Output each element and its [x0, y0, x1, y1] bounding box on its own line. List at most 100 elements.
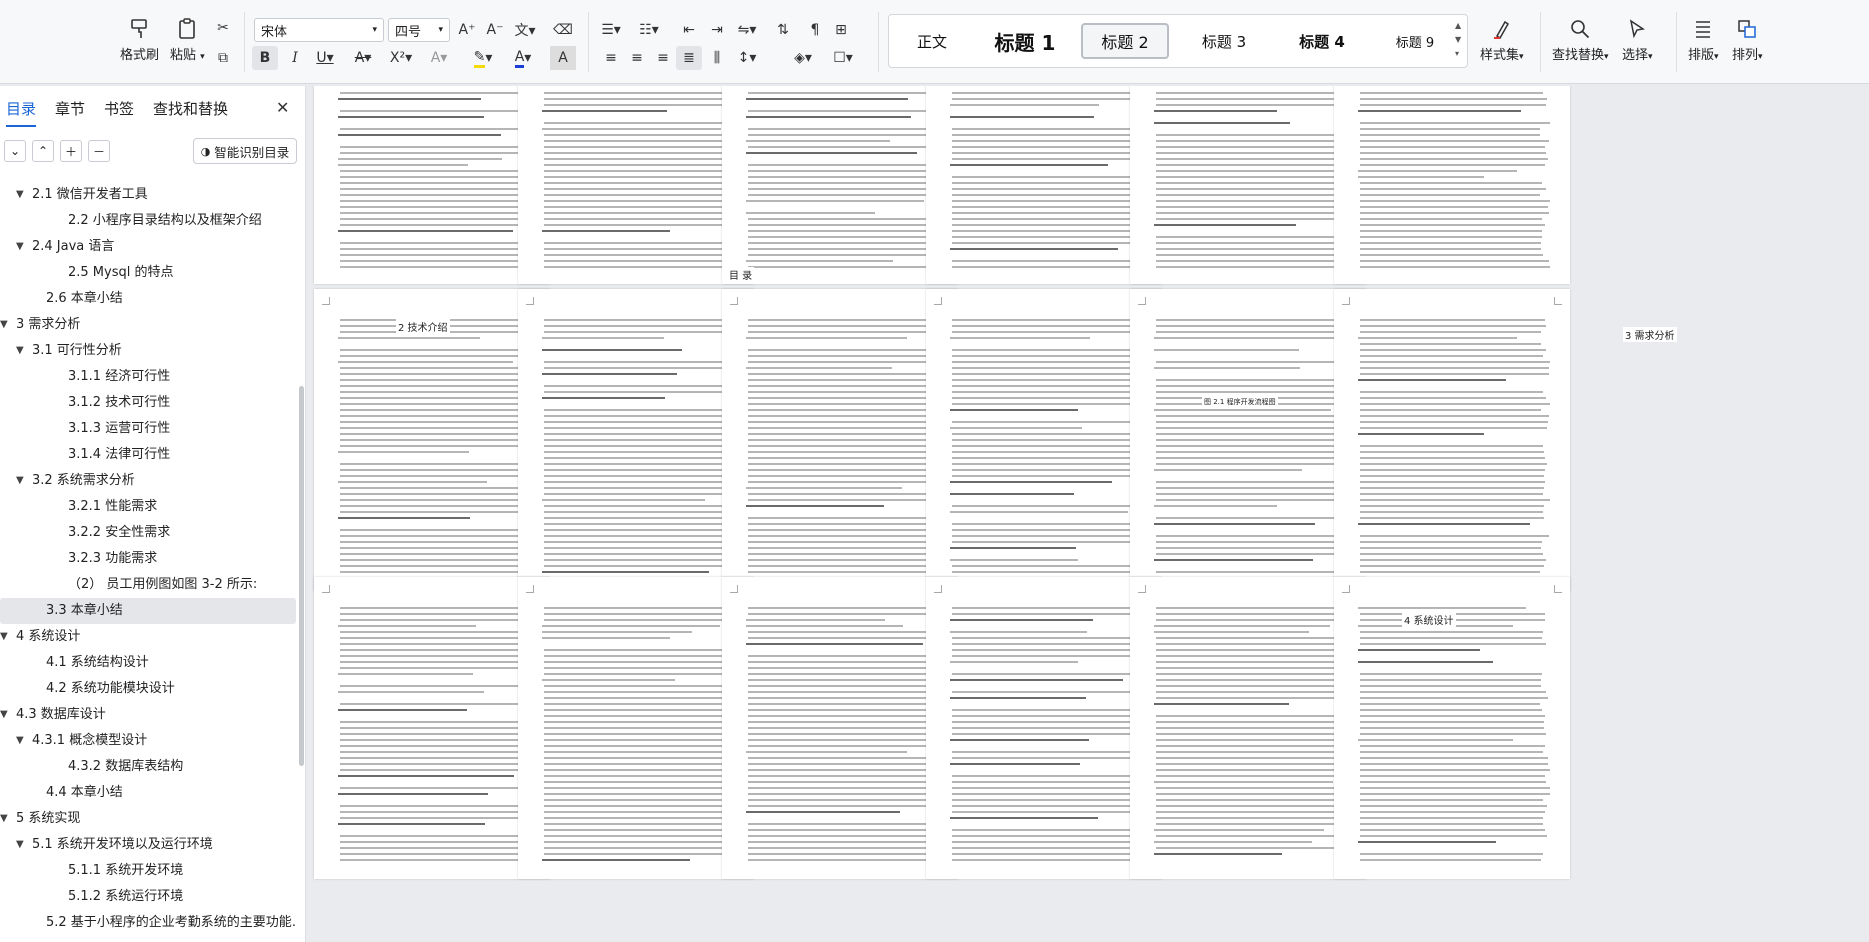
toc-item[interactable]: 4.3.2 数据库表结构 [0, 754, 296, 780]
toc-item[interactable]: 4.2 系统功能模块设计 [0, 676, 296, 702]
table-borders-icon[interactable]: ⊞ [828, 18, 854, 42]
document-page[interactable] [1334, 289, 1570, 591]
expand-arrow-icon[interactable]: ▼ [16, 832, 24, 858]
phonetic-guide-icon[interactable]: 文▾ [512, 18, 538, 42]
toc-item[interactable]: ▼ 3 需求分析 [0, 312, 296, 338]
paste-button[interactable]: 粘贴 ▾ [170, 14, 205, 63]
toc-item[interactable]: 3.1.4 法律可行性 [0, 442, 296, 468]
tab-find-replace[interactable]: 查找和替换 [153, 98, 228, 127]
char-shading-icon[interactable]: A [550, 46, 576, 70]
document-page[interactable] [926, 577, 1162, 879]
toc-item[interactable]: ▼ 3.2 系统需求分析 [0, 468, 296, 494]
toc-item[interactable]: ▼ 3.1 可行性分析 [0, 338, 296, 364]
document-page[interactable] [926, 289, 1162, 591]
style-heading-1[interactable]: 标题 1 [975, 23, 1075, 59]
document-page[interactable] [314, 86, 550, 284]
style-heading-4[interactable]: 标题 4 [1277, 23, 1367, 59]
tab-toc[interactable]: 目录 [6, 98, 37, 127]
document-page[interactable] [314, 289, 550, 591]
document-page[interactable] [722, 86, 958, 284]
expand-arrow-icon[interactable]: ▼ [16, 182, 24, 208]
clear-format-icon[interactable]: ⌫ [550, 18, 576, 42]
nav-scrollbar[interactable] [299, 386, 304, 766]
distribute-icon[interactable]: ⫼ [704, 46, 730, 70]
layout-button[interactable]: 排版▾ [1688, 14, 1719, 63]
toc-item[interactable]: 3.1.3 运营可行性 [0, 416, 296, 442]
toc-item[interactable]: 2.6 本章小结 [0, 286, 296, 312]
close-icon[interactable]: ✕ [276, 98, 289, 117]
font-size-select[interactable]: 四号 ▾ [388, 18, 450, 42]
style-heading-3[interactable]: 标题 3 [1179, 23, 1269, 59]
tab-chapters[interactable]: 章节 [55, 98, 85, 127]
align-right-icon[interactable]: ≡ [650, 46, 676, 70]
sort-icon[interactable]: ⇅ [770, 18, 796, 42]
numbered-list-icon[interactable]: ☷▾ [636, 18, 662, 42]
italic-icon[interactable]: I [282, 46, 308, 70]
document-page[interactable] [1130, 577, 1366, 879]
document-page[interactable] [518, 289, 754, 591]
style-set-button[interactable]: 样式集▾ [1480, 14, 1524, 63]
expand-arrow-icon[interactable]: ▼ [0, 312, 8, 338]
bullet-list-icon[interactable]: ☰▾ [598, 18, 624, 42]
text-direction-icon[interactable]: ⇋▾ [734, 18, 760, 42]
expand-arrow-icon[interactable]: ▼ [16, 728, 24, 754]
document-page[interactable] [926, 86, 1162, 284]
tab-bookmarks[interactable]: 书签 [104, 98, 134, 127]
toc-item[interactable]: 4.4 本章小结 [0, 780, 296, 806]
document-page[interactable] [722, 577, 958, 879]
toc-item[interactable]: 3.1.2 技术可行性 [0, 390, 296, 416]
align-center-icon[interactable]: ≡ [624, 46, 650, 70]
remove-heading-icon[interactable]: － [88, 140, 110, 162]
shrink-font-icon[interactable]: A⁻ [482, 18, 508, 42]
expand-arrow-icon[interactable]: ▼ [16, 338, 24, 364]
bold-icon[interactable]: B [252, 46, 278, 70]
document-page[interactable] [1130, 86, 1366, 284]
grow-font-icon[interactable]: A⁺ [454, 18, 480, 42]
document-page[interactable] [722, 289, 958, 591]
toc-item[interactable]: 3.3 本章小结 [0, 598, 296, 624]
toc-item[interactable]: ▼ 2.1 微信开发者工具 [0, 182, 296, 208]
line-spacing-icon[interactable]: ↕▾ [734, 46, 760, 70]
toc-item[interactable]: 5.1.2 系统运行环境 [0, 884, 296, 910]
toc-item[interactable]: ▼ 4 系统设计 [0, 624, 296, 650]
smart-toc-button[interactable]: ◑ 智能识别目录 [193, 138, 297, 164]
justify-icon[interactable]: ≣ [676, 46, 702, 70]
format-painter-button[interactable]: 格式刷 [120, 14, 159, 63]
show-marks-icon[interactable]: ¶ [802, 18, 828, 42]
document-page[interactable] [1130, 289, 1366, 591]
expand-up-icon[interactable]: ⌃ [32, 140, 54, 162]
toc-item[interactable]: ▼ 2.4 Java 语言 [0, 234, 296, 260]
expand-arrow-icon[interactable]: ▼ [16, 468, 24, 494]
style-heading-9[interactable]: 标题 9 [1375, 23, 1455, 59]
font-name-select[interactable]: 宋体 ▾ [254, 18, 384, 42]
toc-item[interactable]: ▼ 5 系统实现 [0, 806, 296, 832]
cut-icon[interactable]: ✂ [210, 16, 236, 40]
decrease-indent-icon[interactable]: ⇤ [676, 18, 702, 42]
collapse-all-icon[interactable]: ⌄ [4, 140, 26, 162]
expand-arrow-icon[interactable]: ▼ [16, 234, 24, 260]
toc-item[interactable]: 3.2.3 功能需求 [0, 546, 296, 572]
border-icon[interactable]: ☐▾ [830, 46, 856, 70]
expand-arrow-icon[interactable]: ▼ [0, 702, 8, 728]
expand-arrow-icon[interactable]: ▼ [0, 624, 8, 650]
toc-item[interactable]: ▼ 4.3 数据库设计 [0, 702, 296, 728]
font-color-icon[interactable]: A ▾ [510, 46, 536, 70]
expand-arrow-icon[interactable]: ▼ [0, 806, 8, 832]
increase-indent-icon[interactable]: ⇥ [704, 18, 730, 42]
copy-icon[interactable]: ⧉ [210, 46, 236, 70]
document-page[interactable] [314, 577, 550, 879]
document-page[interactable] [1334, 86, 1570, 284]
toc-item[interactable]: （2） 员工用例图如图 3-2 所示: [0, 572, 296, 598]
toc-item[interactable]: 3.2.1 性能需求 [0, 494, 296, 520]
find-replace-button[interactable]: 查找替换▾ [1552, 14, 1609, 63]
select-button[interactable]: 选择▾ [1622, 14, 1653, 63]
toc-item[interactable]: 5.2 基于小程序的企业考勤系统的主要功能… [0, 910, 296, 936]
superscript-icon[interactable]: X²▾ [388, 46, 414, 70]
underline-icon[interactable]: U▾ [312, 46, 338, 70]
add-heading-icon[interactable]: ＋ [60, 140, 82, 162]
toc-item[interactable]: ▼ 5.1 系统开发环境以及运行环境 [0, 832, 296, 858]
strikethrough-icon[interactable]: A▾ [350, 46, 376, 70]
style-normal[interactable]: 正文 [899, 23, 965, 59]
toc-item[interactable]: 3.2.2 安全性需求 [0, 520, 296, 546]
toc-item[interactable]: 3.1.1 经济可行性 [0, 364, 296, 390]
